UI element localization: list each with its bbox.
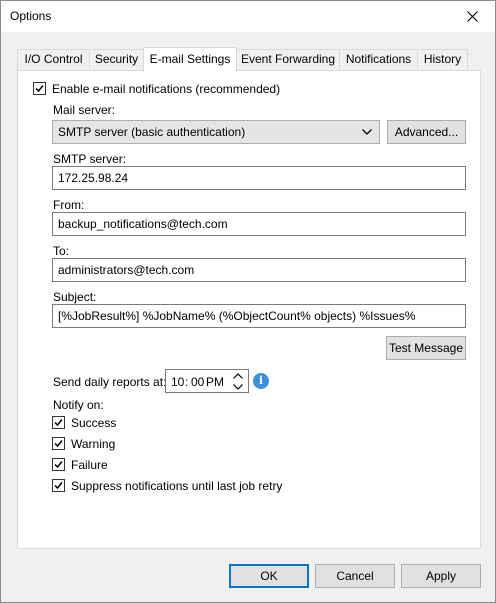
subject-label: Subject:	[53, 290, 97, 304]
options-window: Options I/O Control Security E-mail Sett…	[0, 0, 496, 603]
checkmark-icon	[35, 85, 44, 93]
notify-warning-label: Warning	[71, 437, 116, 451]
daily-report-time-picker[interactable]: 10 : 00 PM	[165, 369, 249, 393]
advanced-button[interactable]: Advanced...	[387, 120, 466, 144]
notify-success-checkbox[interactable]	[52, 416, 65, 429]
window-title: Options	[10, 9, 52, 23]
checkmark-icon	[54, 461, 63, 469]
time-separator: :	[185, 375, 189, 389]
checkmark-icon	[54, 440, 63, 448]
tab-email-settings[interactable]: E-mail Settings	[143, 47, 237, 72]
from-label: From:	[53, 198, 85, 212]
time-ampm[interactable]: PM	[206, 375, 224, 389]
suppress-notifications-label: Suppress notifications until last job re…	[71, 479, 283, 493]
tab-notifications[interactable]: Notifications	[339, 49, 418, 71]
notify-on-label: Notify on:	[53, 398, 104, 412]
apply-button[interactable]: Apply	[401, 564, 481, 588]
time-minute[interactable]: 00	[191, 375, 204, 389]
smtp-server-label: SMTP server:	[53, 152, 127, 166]
time-hour[interactable]: 10	[171, 375, 184, 389]
close-button[interactable]	[449, 1, 495, 32]
test-message-button[interactable]: Test Message	[386, 336, 466, 360]
notify-success-label: Success	[71, 416, 117, 430]
enable-email-checkbox[interactable]	[33, 82, 46, 95]
cancel-button[interactable]: Cancel	[315, 564, 395, 588]
checkmark-icon	[54, 482, 63, 490]
daily-report-label: Send daily reports at:	[53, 375, 167, 389]
tab-history[interactable]: History	[417, 49, 468, 71]
spin-up-icon[interactable]	[233, 373, 243, 379]
close-icon	[466, 11, 478, 22]
notify-warning-checkbox[interactable]	[52, 437, 65, 450]
notify-failure-label: Failure	[71, 458, 108, 472]
tab-security[interactable]: Security	[89, 49, 144, 71]
smtp-server-input[interactable]: 172.25.98.24	[52, 166, 466, 190]
enable-email-label: Enable e-mail notifications (recommended…	[52, 82, 281, 96]
title-bar: Options	[1, 1, 495, 32]
to-input[interactable]: administrators@tech.com	[52, 258, 466, 282]
suppress-notifications-checkbox[interactable]	[52, 479, 65, 492]
checkmark-icon	[54, 419, 63, 427]
from-input[interactable]: backup_notifications@tech.com	[52, 212, 466, 236]
to-label: To:	[53, 244, 70, 258]
mail-server-label: Mail server:	[53, 103, 116, 117]
tab-event-forwarding[interactable]: Event Forwarding	[236, 49, 340, 71]
notify-failure-checkbox[interactable]	[52, 458, 65, 471]
mail-server-select[interactable]: SMTP server (basic authentication)	[52, 120, 380, 144]
mail-server-value: SMTP server (basic authentication)	[58, 125, 246, 139]
spin-down-icon[interactable]	[233, 384, 243, 390]
tab-io-control[interactable]: I/O Control	[17, 49, 90, 71]
subject-input[interactable]: [%JobResult%] %JobName% (%ObjectCount% o…	[52, 304, 466, 328]
chevron-down-icon	[362, 129, 372, 135]
info-icon[interactable]: i	[253, 373, 269, 389]
ok-button[interactable]: OK	[229, 564, 309, 588]
